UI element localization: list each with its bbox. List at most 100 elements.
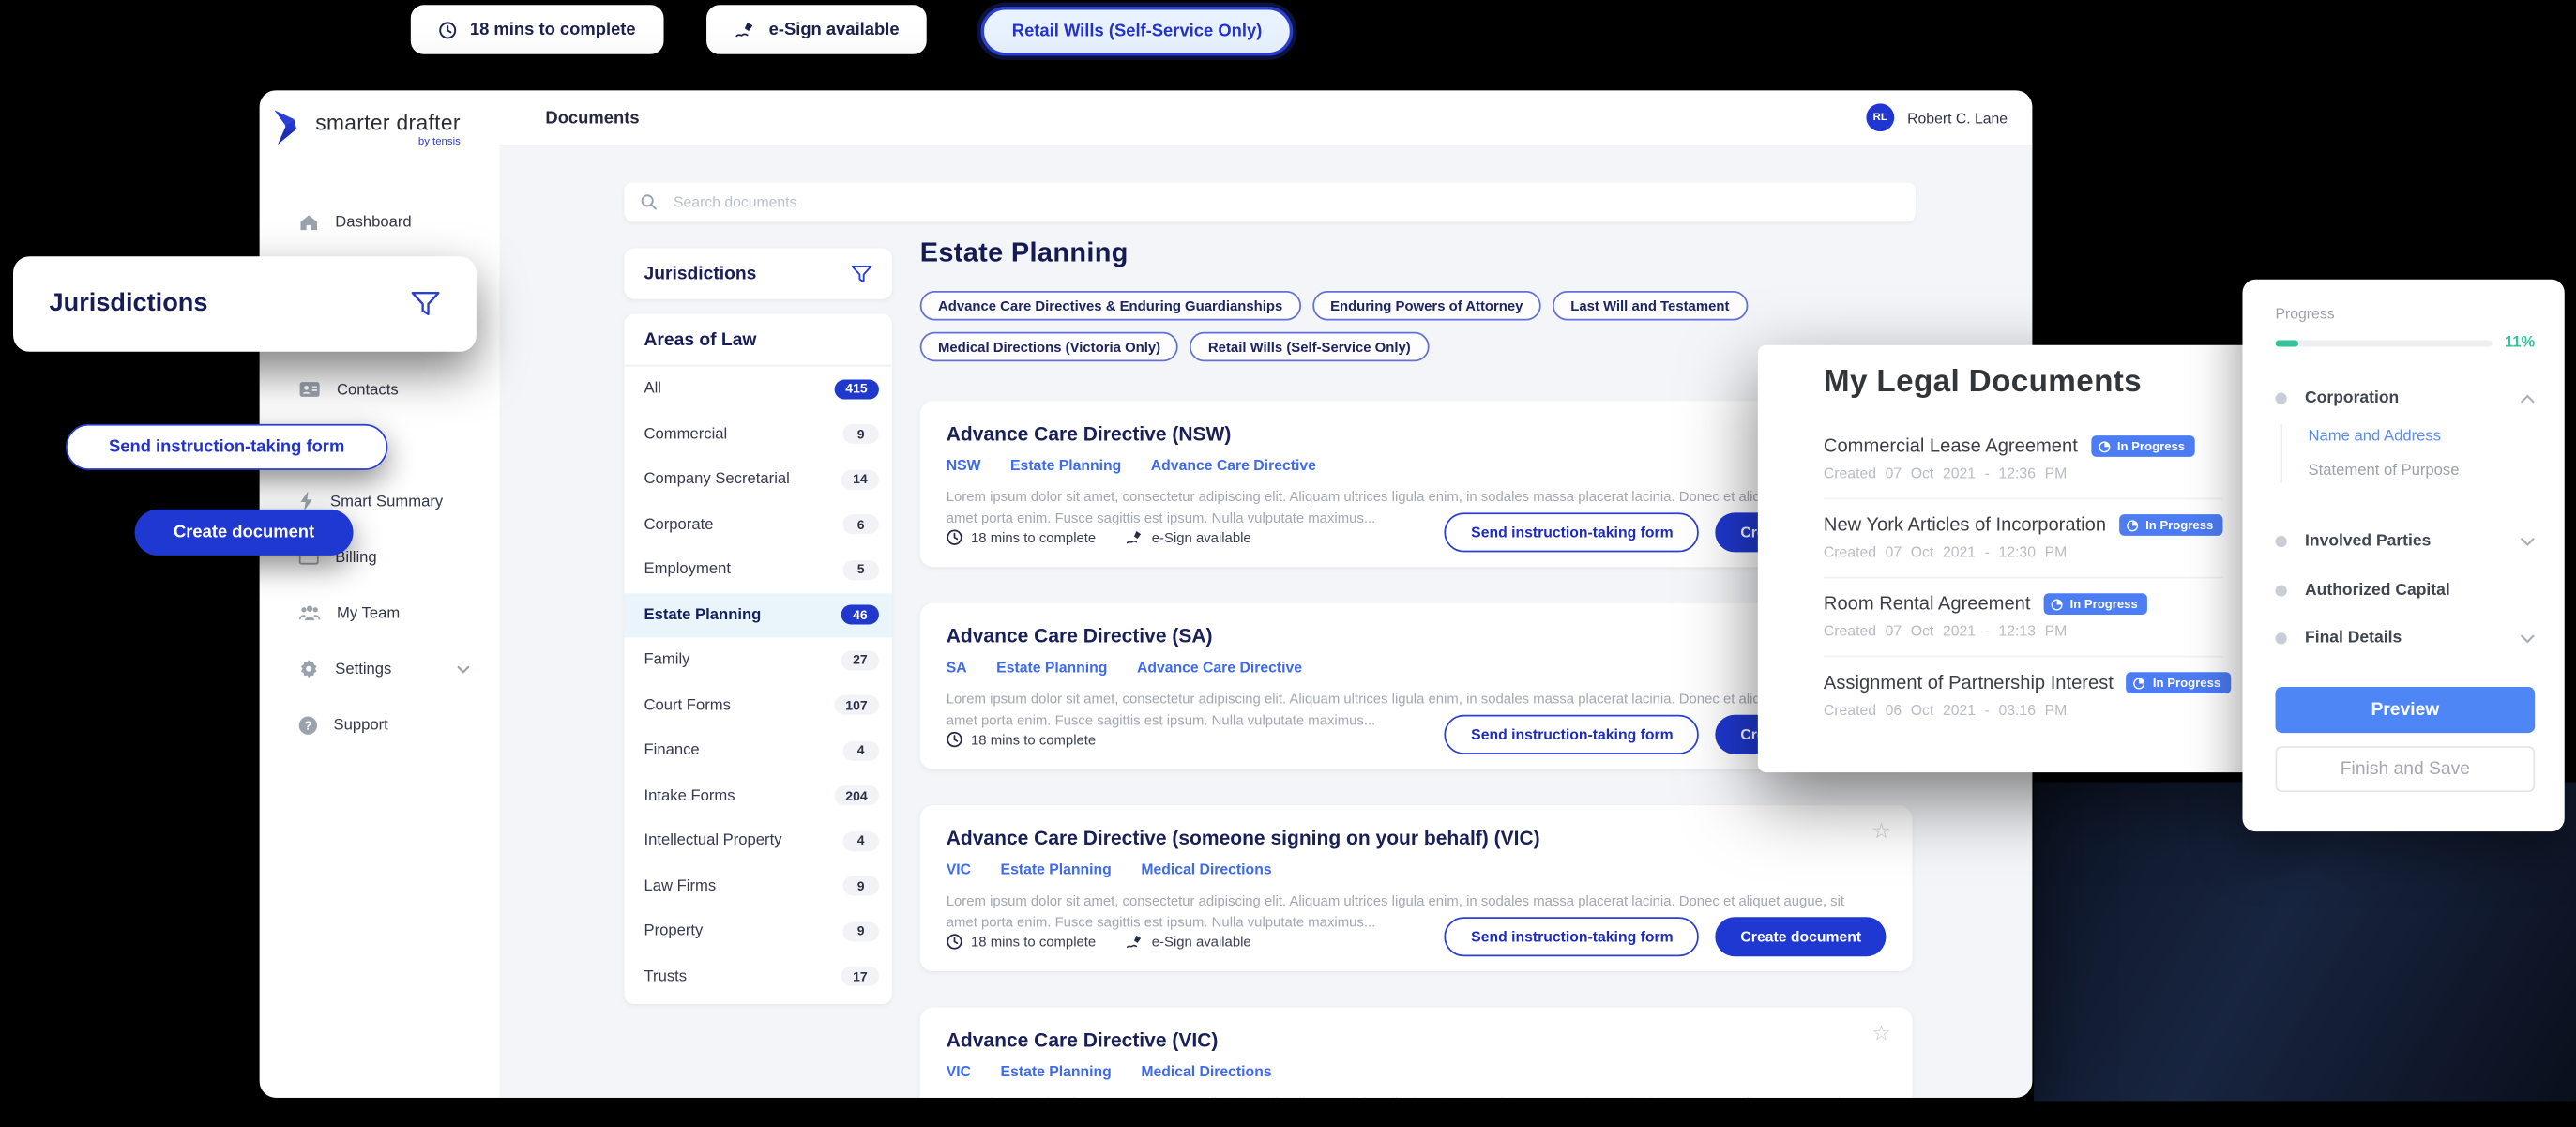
area-row-intake-forms[interactable]: Intake Forms204 (624, 773, 891, 818)
esign-pen-icon (1126, 934, 1144, 951)
legal-doc-row[interactable]: Room Rental Agreement In Progress Create… (1824, 578, 2223, 657)
step-dot (2276, 393, 2287, 404)
send-form-button[interactable]: Send instruction-taking form (1445, 917, 1699, 956)
retail-wills-label: Retail Wills (Self-Service Only) (1012, 22, 1263, 41)
tag-area[interactable]: Estate Planning (996, 659, 1107, 676)
time-callout-label: 18 mins to complete (470, 20, 636, 39)
retail-wills-chip[interactable]: Retail Wills (Self-Service Only) (981, 7, 1294, 56)
help-icon: ? (299, 716, 317, 734)
card-title: Advance Care Directive (NSW) (947, 422, 1887, 446)
logo[interactable]: smarter drafter by tensis (273, 110, 461, 147)
chip-medical-directions[interactable]: Medical Directions (Victoria Only) (920, 332, 1179, 362)
user-menu[interactable]: RL Robert C. Lane (1866, 103, 2008, 131)
composite-stage: 18 mins to complete e-Sign available Ret… (0, 0, 2576, 1127)
count-badge: 9 (842, 424, 879, 444)
progress-label: Progress (2276, 306, 2335, 323)
tag-type[interactable]: Advance Care Directive (1137, 659, 1302, 676)
tag-area[interactable]: Estate Planning (1001, 1063, 1112, 1080)
content-header: Documents RL Robert C. Lane (499, 90, 2032, 146)
chip-advance-care-directives[interactable]: Advance Care Directives & Enduring Guard… (920, 291, 1301, 321)
tag-jurisdiction[interactable]: VIC (947, 1063, 971, 1080)
sidebar-item-settings[interactable]: Settings (299, 656, 470, 682)
jurisdictions-callout[interactable]: Jurisdictions (13, 256, 477, 352)
finish-and-save-button[interactable]: Finish and Save (2276, 746, 2536, 792)
legal-doc-row[interactable]: Assignment of Partnership Interest In Pr… (1824, 658, 2223, 735)
sidebar-item-label: Contacts (337, 380, 399, 398)
create-document-button[interactable]: Create document (1716, 917, 1886, 956)
area-row-estate-planning[interactable]: Estate Planning46 (624, 592, 891, 637)
create-document-callout-button[interactable]: Create document (135, 510, 354, 556)
area-row-court-forms[interactable]: Court Forms107 (624, 683, 891, 728)
area-row-family[interactable]: Family27 (624, 637, 891, 682)
sidebar-item-contacts[interactable]: Contacts (299, 376, 470, 403)
count-badge: 204 (834, 786, 879, 806)
chip-enduring-powers[interactable]: Enduring Powers of Attorney (1312, 291, 1541, 321)
sidebar: smarter drafter by tensis Dashboard Cont… (260, 90, 500, 1098)
chip-last-will[interactable]: Last Will and Testament (1553, 291, 1748, 321)
document-progress-panel: Progress 11% Corporation Name and Addres… (2242, 280, 2564, 831)
area-row-trusts[interactable]: Trusts17 (624, 954, 891, 999)
legal-doc-row[interactable]: Commercial Lease Agreement In Progress C… (1824, 420, 2223, 499)
step-involved-parties[interactable]: Involved Parties (2276, 532, 2536, 550)
card-meta: 18 mins to complete e-Sign available (947, 934, 1251, 951)
filter-funnel-icon (411, 291, 441, 317)
status-badge: In Progress (2091, 435, 2195, 457)
substep-name-address[interactable]: Name and Address (2309, 427, 2460, 445)
send-form-callout-button[interactable]: Send instruction-taking form (66, 424, 387, 470)
star-icon[interactable]: ☆ (1871, 820, 1890, 842)
tag-jurisdiction[interactable]: VIC (947, 861, 971, 878)
step-authorized-capital[interactable]: Authorized Capital (2276, 582, 2536, 600)
status-badge: In Progress (2127, 672, 2231, 693)
jurisdictions-filter[interactable]: Jurisdictions (624, 248, 891, 298)
created-timestamp: Created 06 Oct 2021 - 03:16 PM (1824, 702, 2223, 719)
preview-button[interactable]: Preview (2276, 687, 2536, 733)
user-name: Robert C. Lane (1907, 109, 2008, 126)
legal-doc-row[interactable]: New York Articles of Incorporation In Pr… (1824, 499, 2223, 578)
send-form-button[interactable]: Send instruction-taking form (1445, 715, 1699, 754)
card-tags: SA Estate Planning Advance Care Directiv… (947, 659, 1887, 676)
area-row-law-firms[interactable]: Law Firms9 (624, 863, 891, 908)
clock-icon (947, 529, 963, 546)
progress-pie-icon (2133, 677, 2146, 690)
substep-statement-purpose[interactable]: Statement of Purpose (2309, 462, 2460, 480)
sidebar-item-my-team[interactable]: My Team (299, 600, 470, 626)
jurisdictions-title: Jurisdictions (644, 264, 757, 283)
star-icon[interactable]: ☆ (1871, 1022, 1890, 1043)
card-meta: 18 mins to complete e-Sign available (947, 529, 1251, 546)
chevron-down-icon (457, 664, 470, 673)
tag-area[interactable]: Estate Planning (1001, 861, 1112, 878)
area-row-commercial[interactable]: Commercial9 (624, 412, 891, 457)
area-row-intellectual-property[interactable]: Intellectual Property4 (624, 818, 891, 863)
send-form-button[interactable]: Send instruction-taking form (1445, 512, 1699, 552)
progress-fill (2276, 340, 2299, 346)
area-row-property[interactable]: Property9 (624, 908, 891, 953)
created-timestamp: Created 07 Oct 2021 - 12:36 PM (1824, 465, 2223, 482)
tag-type[interactable]: Advance Care Directive (1151, 457, 1316, 474)
tag-type[interactable]: Medical Directions (1141, 861, 1271, 878)
tag-type[interactable]: Medical Directions (1141, 1063, 1271, 1080)
team-icon (299, 604, 321, 621)
tag-area[interactable]: Estate Planning (1010, 457, 1121, 474)
search-input[interactable] (671, 192, 1900, 212)
tag-jurisdiction[interactable]: SA (947, 659, 967, 676)
search-bar (624, 182, 1916, 221)
area-row-finance[interactable]: Finance4 (624, 728, 891, 773)
area-row-company-secretarial[interactable]: Company Secretarial14 (624, 457, 891, 502)
area-row-corporate[interactable]: Corporate6 (624, 502, 891, 547)
chip-retail-wills[interactable]: Retail Wills (Self-Service Only) (1190, 332, 1429, 362)
sidebar-item-label: Settings (335, 660, 391, 678)
areas-of-law-title: Areas of Law (624, 313, 891, 366)
areas-of-law-panel: Areas of Law All415 Commercial9 Company … (624, 313, 891, 1004)
area-row-all[interactable]: All415 (624, 367, 891, 412)
chevron-down-icon (2520, 633, 2535, 644)
area-row-employment[interactable]: Employment5 (624, 547, 891, 592)
step-corporation[interactable]: Corporation (2276, 389, 2536, 407)
status-badge: In Progress (2119, 514, 2223, 536)
step-final-details[interactable]: Final Details (2276, 630, 2536, 647)
card-title: Advance Care Directive (someone signing … (947, 827, 1887, 850)
tag-jurisdiction[interactable]: NSW (947, 457, 981, 474)
sidebar-item-dashboard[interactable]: Dashboard (299, 208, 470, 235)
progress-pie-icon (2098, 439, 2111, 452)
count-badge: 27 (841, 650, 879, 670)
sidebar-item-support[interactable]: ? Support (299, 711, 470, 738)
